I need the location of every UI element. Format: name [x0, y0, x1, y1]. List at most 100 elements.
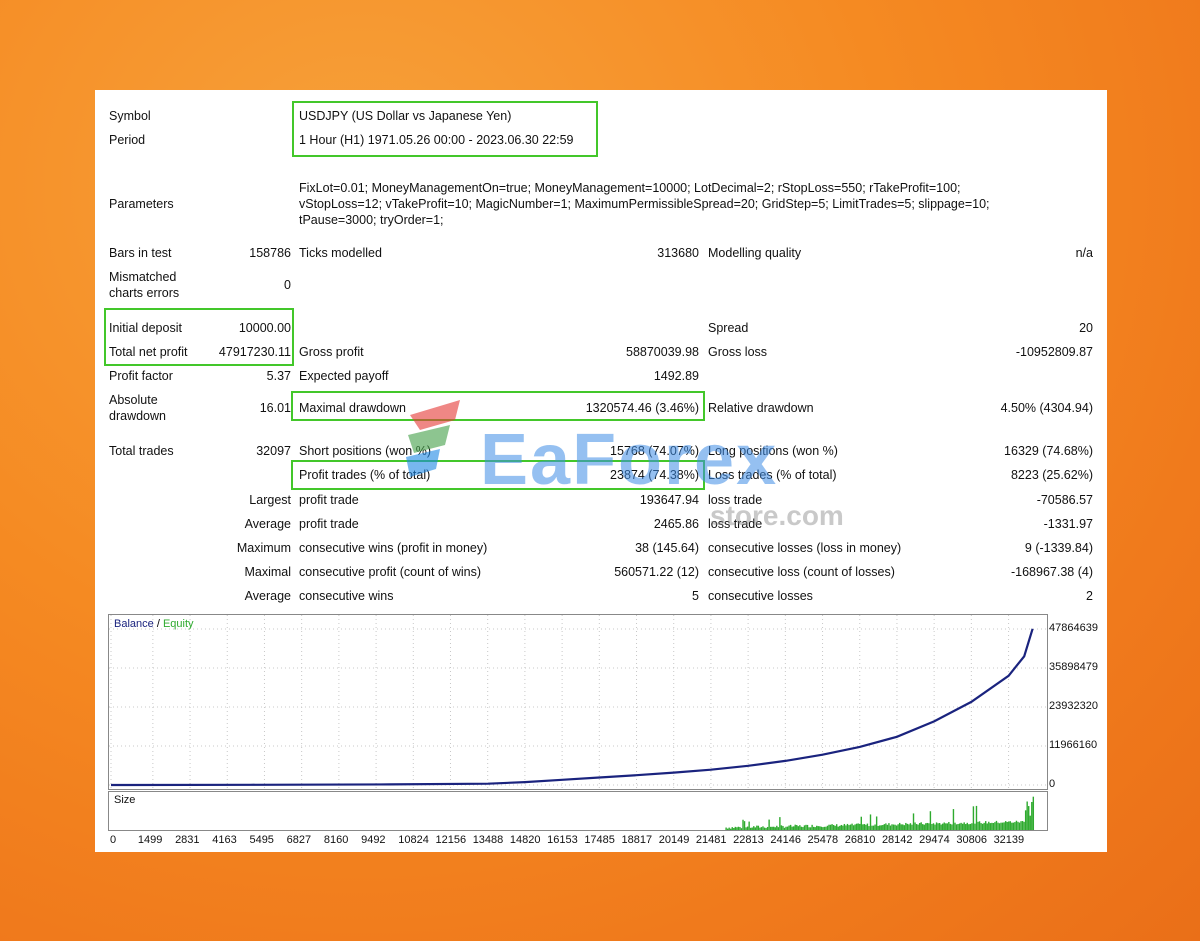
size-bar: [1021, 821, 1024, 830]
size-bar: [736, 827, 738, 830]
largest-profit-label: profit trade: [299, 493, 359, 507]
size-bar: [788, 825, 790, 830]
size-bar: [754, 827, 756, 830]
size-bar: [935, 822, 938, 830]
mismatched-value: 0: [284, 278, 291, 292]
size-bar: [1017, 821, 1019, 830]
size-plot: [725, 796, 1035, 830]
size-bar: [857, 823, 859, 830]
size-bar: [805, 824, 807, 830]
size-bar: [911, 824, 913, 830]
size-bar: [868, 826, 870, 830]
size-bar: [952, 809, 955, 830]
size-bar: [763, 827, 766, 830]
relative-drawdown-value: 4.50% (4304.94): [1000, 401, 1093, 415]
maximum-profit-label: consecutive wins (profit in money): [299, 541, 488, 555]
size-bar: [926, 822, 929, 830]
largest-label: Largest: [249, 493, 291, 507]
symbol-period-highlight: [292, 101, 598, 157]
maximal-profit-label: consecutive profit (count of wins): [299, 565, 482, 579]
size-bar: [1029, 815, 1031, 830]
size-bar: [960, 822, 962, 830]
ticks-modelled-value: 313680: [657, 246, 699, 260]
average-consec-label: Average: [244, 589, 291, 603]
size-bar: [949, 823, 952, 830]
maximal-loss-value: -168967.38 (4): [1010, 565, 1093, 579]
profit-factor-label: Profit factor: [109, 369, 173, 383]
size-bar: [806, 824, 809, 830]
ticks-modelled-label: Ticks modelled: [299, 246, 382, 260]
size-bar: [759, 827, 761, 830]
size-bar: [874, 824, 876, 830]
size-bar: [1001, 822, 1004, 830]
size-bar: [808, 827, 810, 830]
parameters-line-1: FixLot=0.01; MoneyManagementOn=true; Mon…: [299, 181, 961, 195]
size-bar: [742, 819, 744, 830]
size-bar: [834, 825, 836, 830]
size-bar: [865, 824, 867, 830]
size-bar: [877, 825, 879, 830]
size-bar: [917, 824, 919, 830]
long-positions-value: 16329 (74.68%): [1004, 444, 1093, 458]
size-bar: [988, 821, 990, 830]
x-tick-label: 21481: [695, 834, 727, 846]
modelling-quality-label: Modelling quality: [708, 246, 802, 260]
size-bar: [837, 826, 839, 830]
size-bar: [745, 827, 747, 830]
size-bar: [903, 825, 905, 830]
size-bar: [912, 813, 915, 830]
size-bar: [737, 826, 740, 830]
gross-loss-label: Gross loss: [708, 345, 768, 359]
size-bar: [825, 826, 827, 830]
x-tick-label: 4163: [212, 834, 237, 846]
legend-equity: Equity: [162, 618, 194, 630]
size-bar: [891, 824, 893, 830]
size-bar: [846, 823, 849, 830]
size-bar: [1009, 821, 1011, 830]
size-bar: [780, 825, 783, 830]
y-tick-label: 47864639: [1049, 622, 1098, 634]
size-bar: [983, 822, 985, 830]
size-bar: [975, 805, 978, 830]
parameters-line-2: vStopLoss=12; vTakeProfit=10; MagicNumbe…: [299, 197, 990, 211]
size-bar: [871, 825, 873, 830]
legend-separator: /: [153, 618, 163, 630]
size-bar: [928, 823, 930, 830]
size-bar: [997, 822, 999, 830]
deposit-profit-highlight: [104, 308, 294, 366]
size-bar: [905, 822, 907, 830]
size-bar: [748, 821, 750, 830]
size-bar: [889, 825, 892, 830]
size-bar: [989, 823, 992, 830]
expected-payoff-value: 1492.89: [653, 369, 699, 383]
size-bar: [985, 821, 987, 830]
size-bar: [972, 806, 975, 830]
size-bar: [974, 823, 976, 830]
size-bar: [882, 825, 884, 830]
size-bar: [749, 827, 752, 830]
size-bar: [852, 825, 855, 830]
size-bar: [743, 821, 746, 830]
x-tick-label: 26810: [844, 834, 876, 846]
size-bar: [966, 822, 968, 830]
size-bar: [931, 823, 933, 830]
size-bar: [968, 824, 970, 830]
size-bar: [938, 822, 941, 830]
size-bar: [762, 826, 764, 830]
x-tick-label: 20149: [658, 834, 690, 846]
size-bar: [751, 827, 753, 830]
bars-in-test-label: Bars in test: [109, 246, 172, 260]
symbol-label: Symbol: [109, 109, 151, 123]
size-bar: [875, 816, 878, 830]
x-tick-label: 9492: [361, 834, 386, 846]
bars-in-test-value: 158786: [249, 246, 291, 260]
size-bar: [957, 824, 959, 830]
size-bar: [885, 823, 887, 830]
size-bar: [829, 824, 832, 830]
size-bar: [817, 826, 819, 830]
chart-plot: [109, 615, 1047, 789]
size-bar: [902, 824, 904, 830]
total-trades-value: 32097: [256, 444, 291, 458]
watermark-logo-icon: [406, 400, 460, 477]
size-bar: [779, 817, 781, 830]
